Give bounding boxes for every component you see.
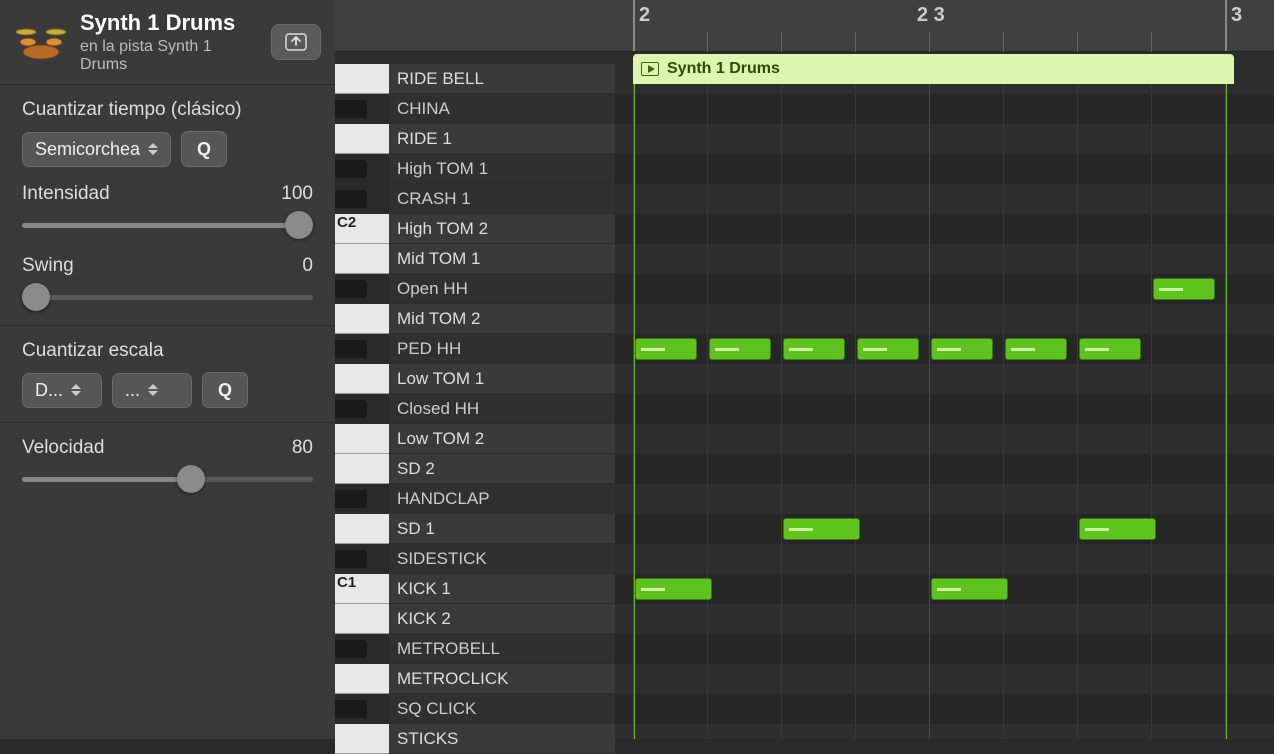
drum-names-column: RIDE BELLCHINARIDE 1High TOM 1CRASH 1Hig… <box>389 84 615 739</box>
drum-lane-label: METROBELL <box>389 634 615 664</box>
quantize-time-select[interactable]: Semicorchea <box>22 132 171 167</box>
drum-lane-label: STICKS <box>389 724 615 754</box>
piano-roll-editor: 2 2 3 3 Synth 1 Drums C2 C1 RIDE BELLCHINAR… <box>335 0 1274 739</box>
chevron-updown-icon <box>71 384 81 396</box>
drum-lane-label: High TOM 1 <box>389 154 615 184</box>
quantize-scale-key-select[interactable]: D... <box>22 373 102 408</box>
region-header-strip[interactable]: Synth 1 Drums <box>633 54 1234 84</box>
drum-lane-label: High TOM 2 <box>389 214 615 244</box>
quantize-time-apply-button[interactable]: Q <box>181 131 227 167</box>
region-title: Synth 1 Drums <box>80 10 259 36</box>
drum-lane-label: Low TOM 2 <box>389 424 615 454</box>
ruler-number: 3 <box>1231 4 1242 27</box>
drum-lane-label: CRASH 1 <box>389 184 615 214</box>
midi-note[interactable] <box>635 338 697 360</box>
drum-lane-label: RIDE BELL <box>389 64 615 94</box>
drum-lane-label: Low TOM 1 <box>389 364 615 394</box>
drum-lane-label: Closed HH <box>389 394 615 424</box>
swing-value[interactable]: 0 <box>302 255 313 277</box>
midi-note[interactable] <box>931 338 993 360</box>
ruler-number: 2 3 <box>917 4 945 27</box>
open-in-track-button[interactable] <box>271 24 321 60</box>
midi-note[interactable] <box>783 518 860 540</box>
quantize-scale-apply-button[interactable]: Q <box>202 372 248 408</box>
midi-note[interactable] <box>1153 278 1215 300</box>
octave-label: C1 <box>337 574 356 604</box>
strength-label: Intensidad <box>22 183 110 205</box>
timeline-ruler[interactable]: 2 2 3 3 <box>335 0 1274 52</box>
swing-slider[interactable] <box>22 283 313 311</box>
drum-lane-label: Open HH <box>389 274 615 304</box>
inspector-panel: Synth 1 Drums en la pista Synth 1 Drums … <box>0 0 335 739</box>
midi-note[interactable] <box>1079 518 1156 540</box>
drum-lane-label: KICK 1 <box>389 574 615 604</box>
octave-label: C2 <box>337 214 356 244</box>
strength-value[interactable]: 100 <box>281 183 313 205</box>
drum-lane-label: SD 2 <box>389 454 615 484</box>
chevron-updown-icon <box>148 384 158 396</box>
note-grid[interactable] <box>615 84 1274 739</box>
velocity-slider[interactable] <box>22 465 313 493</box>
drum-lane-label: Mid TOM 2 <box>389 304 615 334</box>
drum-lane-label: SIDESTICK <box>389 544 615 574</box>
velocity-value[interactable]: 80 <box>292 437 313 459</box>
ruler-number: 2 <box>639 4 650 27</box>
midi-note[interactable] <box>931 578 1008 600</box>
drum-lane-label: HANDCLAP <box>389 484 615 514</box>
midi-note[interactable] <box>1079 338 1141 360</box>
swing-label: Swing <box>22 255 74 277</box>
drum-lane-label: CHINA <box>389 94 615 124</box>
drum-lane-label: METROCLICK <box>389 664 615 694</box>
chevron-updown-icon <box>148 143 158 155</box>
quantize-time-value: Semicorchea <box>35 139 140 160</box>
velocity-label: Velocidad <box>22 437 104 459</box>
drum-lane-label: RIDE 1 <box>389 124 615 154</box>
drum-lane-label: KICK 2 <box>389 604 615 634</box>
midi-note[interactable] <box>709 338 771 360</box>
midi-note[interactable] <box>1005 338 1067 360</box>
quantize-time-label: Cuantizar tiempo (clásico) <box>22 99 313 121</box>
track-icon-drums <box>14 20 68 64</box>
drum-lane-label: SD 1 <box>389 514 615 544</box>
midi-note[interactable] <box>783 338 845 360</box>
region-strip-name: Synth 1 Drums <box>667 60 780 78</box>
region-subtitle: en la pista Synth 1 Drums <box>80 38 259 74</box>
play-region-icon[interactable] <box>641 62 659 76</box>
drum-lane-label: Mid TOM 1 <box>389 244 615 274</box>
drum-lane-label: SQ CLICK <box>389 694 615 724</box>
piano-keys-column[interactable]: C2 C1 <box>335 84 389 739</box>
midi-note[interactable] <box>635 578 712 600</box>
drum-lane-label: PED HH <box>389 334 615 364</box>
region-header: Synth 1 Drums en la pista Synth 1 Drums <box>0 0 335 85</box>
strength-slider[interactable] <box>22 211 313 239</box>
midi-note[interactable] <box>857 338 919 360</box>
quantize-scale-mode-select[interactable]: ... <box>112 373 192 408</box>
quantize-scale-label: Cuantizar escala <box>22 340 313 362</box>
